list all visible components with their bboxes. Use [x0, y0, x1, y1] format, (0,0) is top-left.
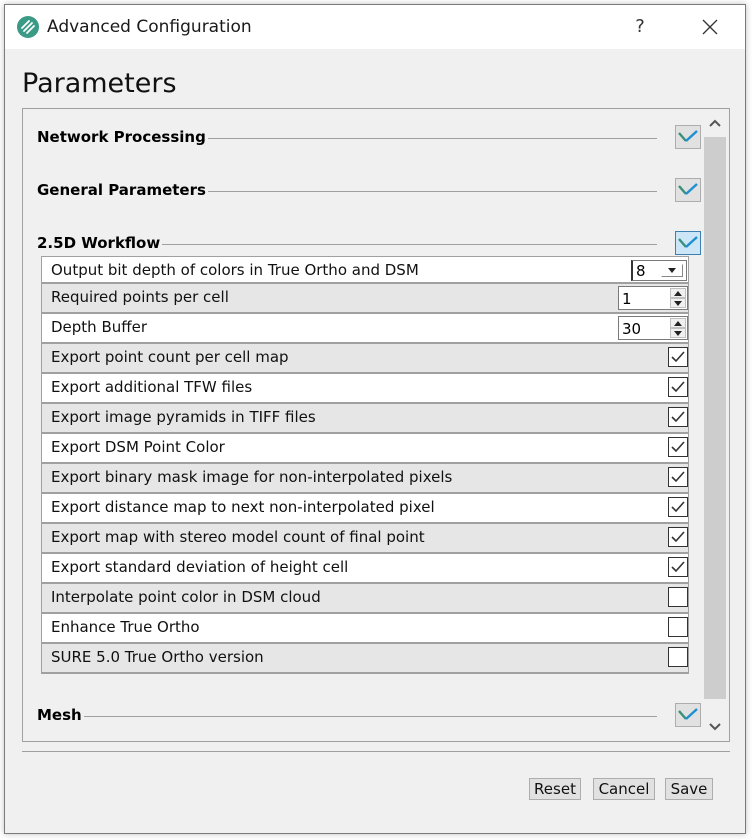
- parameters-scroll-panel: Network Processing General Parameters 2.…: [22, 108, 730, 742]
- parameter-label: Export image pyramids in TIFF files: [51, 408, 316, 426]
- chevron-down-icon: [678, 130, 698, 142]
- window-title: Advanced Configuration: [47, 17, 252, 37]
- close-button[interactable]: [695, 13, 725, 41]
- parameter-label: Output bit depth of colors in True Ortho…: [51, 261, 419, 279]
- parameter-row: Export point count per cell map: [41, 344, 689, 374]
- chevron-up-icon: [709, 119, 721, 127]
- scroll-up-button[interactable]: [702, 109, 728, 137]
- parameter-row: Export standard deviation of height cell: [41, 554, 689, 584]
- checkmark-icon: [671, 381, 685, 393]
- parameter-row: Export DSM Point Color: [41, 434, 689, 464]
- help-button[interactable]: ?: [625, 13, 655, 41]
- parameter-label: Export point count per cell map: [51, 348, 289, 366]
- section-divider: [37, 716, 657, 717]
- parameter-label: Enhance True Ortho: [51, 618, 200, 636]
- decrement-arrow-icon[interactable]: [670, 328, 686, 338]
- parameter-row: Enhance True Ortho: [41, 614, 689, 644]
- parameter-row: Export map with stereo model count of fi…: [41, 524, 689, 554]
- decrement-arrow-icon[interactable]: [670, 298, 686, 308]
- section-title: General Parameters: [37, 181, 208, 199]
- section-title: Mesh: [37, 706, 84, 724]
- parameter-checkbox[interactable]: [668, 647, 688, 667]
- parameter-checkbox[interactable]: [668, 617, 688, 637]
- chevron-down-icon: [678, 708, 698, 720]
- title-bar: Advanced Configuration ?: [5, 5, 745, 49]
- collapse-2-5d-workflow-button[interactable]: [675, 231, 701, 255]
- parameter-label: Export map with stereo model count of fi…: [51, 528, 425, 546]
- checkmark-icon: [671, 351, 685, 363]
- parameter-checkbox[interactable]: [668, 407, 688, 427]
- parameter-row: Output bit depth of colors in True Ortho…: [41, 256, 689, 284]
- cancel-button[interactable]: Cancel: [593, 778, 655, 800]
- parameter-label: Interpolate point color in DSM cloud: [51, 588, 321, 606]
- reset-button[interactable]: Reset: [529, 778, 581, 800]
- advanced-configuration-dialog: Advanced Configuration ? Parameters Netw…: [4, 4, 746, 834]
- parameter-label: Export binary mask image for non-interpo…: [51, 468, 453, 486]
- parameter-checkbox[interactable]: [668, 347, 688, 367]
- dropdown-arrow-icon[interactable]: [661, 264, 683, 277]
- checkmark-icon: [671, 531, 685, 543]
- section-mesh: Mesh: [37, 703, 701, 729]
- chevron-down-icon: [678, 183, 698, 195]
- spinbox-value[interactable]: 30: [622, 320, 641, 338]
- parameter-row: Export additional TFW files: [41, 374, 689, 404]
- section-title: 2.5D Workflow: [37, 234, 163, 252]
- parameter-checkbox[interactable]: [668, 527, 688, 547]
- checkmark-icon: [671, 501, 685, 513]
- parameter-row: Depth Buffer 30: [41, 314, 689, 344]
- parameter-row: Export image pyramids in TIFF files: [41, 404, 689, 434]
- app-logo-icon: [17, 16, 39, 38]
- parameter-checkbox[interactable]: [668, 557, 688, 577]
- parameter-checkbox[interactable]: [668, 377, 688, 397]
- chevron-down-icon: [678, 236, 698, 248]
- checkmark-icon: [671, 441, 685, 453]
- parameter-row: SURE 5.0 True Ortho version: [41, 644, 689, 674]
- section-network-processing: Network Processing: [37, 125, 701, 151]
- expand-general-parameters-button[interactable]: [675, 178, 701, 202]
- parameter-label: Depth Buffer: [51, 318, 147, 336]
- page-title: Parameters: [22, 68, 177, 99]
- scroll-down-button[interactable]: [702, 713, 728, 741]
- parameter-label: Export distance map to next non-interpol…: [51, 498, 435, 516]
- parameter-row: Export binary mask image for non-interpo…: [41, 464, 689, 494]
- expand-mesh-button[interactable]: [675, 703, 701, 727]
- workflow-parameter-list: Output bit depth of colors in True Ortho…: [41, 256, 689, 674]
- increment-arrow-icon[interactable]: [670, 318, 686, 328]
- parameter-row: Interpolate point color in DSM cloud: [41, 584, 689, 614]
- checkmark-icon: [671, 471, 685, 483]
- footer-divider: [22, 751, 730, 752]
- increment-arrow-icon[interactable]: [670, 288, 686, 298]
- parameter-label: Required points per cell: [51, 288, 229, 306]
- expand-network-processing-button[interactable]: [675, 125, 701, 149]
- parameter-row: Export distance map to next non-interpol…: [41, 494, 689, 524]
- parameter-spinbox[interactable]: 1: [618, 286, 688, 310]
- parameter-label: Export DSM Point Color: [51, 438, 225, 456]
- parameter-checkbox[interactable]: [668, 497, 688, 517]
- checkmark-icon: [671, 561, 685, 573]
- vertical-scrollbar[interactable]: [702, 109, 728, 741]
- save-button[interactable]: Save: [665, 778, 713, 800]
- parameter-checkbox[interactable]: [668, 587, 688, 607]
- close-icon: [702, 19, 718, 35]
- chevron-down-icon: [709, 723, 721, 731]
- parameter-row: Required points per cell 1: [41, 284, 689, 314]
- scrollbar-thumb[interactable]: [704, 137, 726, 699]
- spinbox-value[interactable]: 1: [622, 290, 632, 308]
- parameter-label: SURE 5.0 True Ortho version: [51, 648, 264, 666]
- parameter-label: Export standard deviation of height cell: [51, 558, 349, 576]
- section-general-parameters: General Parameters: [37, 178, 701, 204]
- section-title: Network Processing: [37, 128, 208, 146]
- parameter-spinbox[interactable]: 30: [618, 316, 688, 340]
- parameter-label: Export additional TFW files: [51, 378, 253, 396]
- select-value: 8: [636, 262, 646, 280]
- section-2-5d-workflow: 2.5D Workflow: [37, 231, 701, 257]
- checkmark-icon: [671, 411, 685, 423]
- parameter-checkbox[interactable]: [668, 437, 688, 457]
- bit-depth-select[interactable]: 8: [631, 260, 687, 281]
- parameter-checkbox[interactable]: [668, 467, 688, 487]
